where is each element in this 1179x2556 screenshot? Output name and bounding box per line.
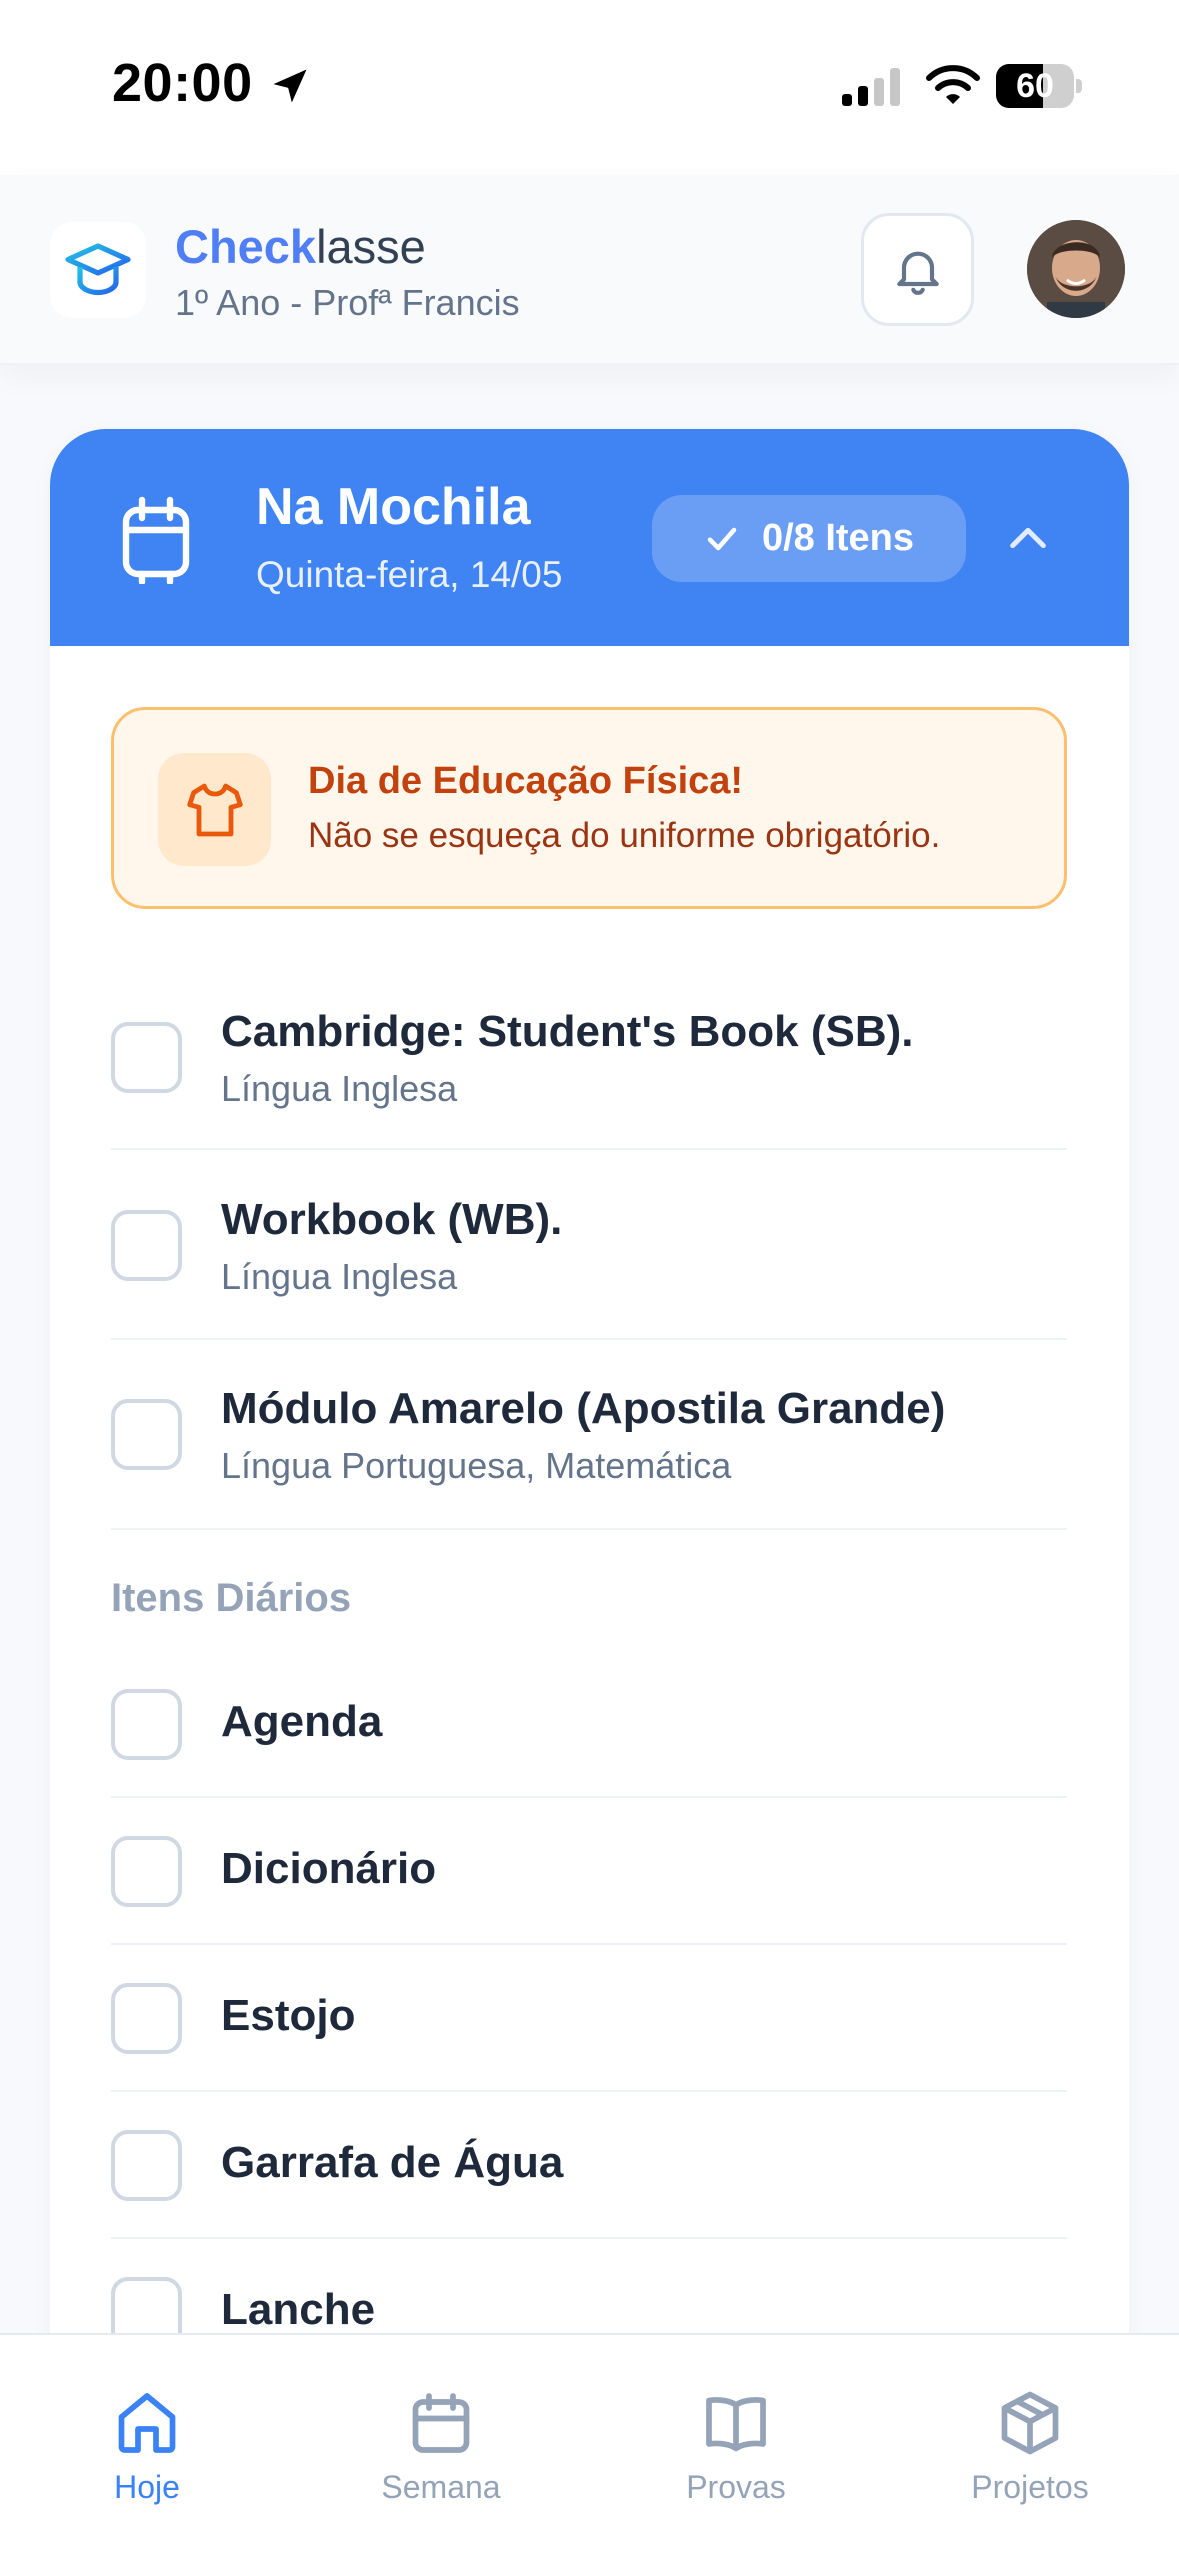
shirt-icon xyxy=(186,783,243,836)
nav-tab-semana[interactable]: Semana xyxy=(341,2387,541,2506)
avatar-photo xyxy=(1027,220,1125,318)
app-header: Checklasse 1º Ano - Profª Francis xyxy=(0,175,1179,365)
item-subtitle: Língua Inglesa xyxy=(221,1068,458,1109)
home-icon xyxy=(118,2393,176,2453)
item-title: Agenda xyxy=(221,1697,383,1746)
daily-items-heading: Itens Diários xyxy=(111,1576,352,1620)
bell-icon xyxy=(896,251,939,295)
item-checkbox[interactable] xyxy=(111,1399,182,1470)
item-checkbox[interactable] xyxy=(111,1210,182,1281)
backpack-card: Na Mochila Quinta-feira, 14/05 0/8 Itens… xyxy=(50,429,1129,2556)
app-brand: Checklasse xyxy=(175,219,426,274)
status-bar: 20:00 60 xyxy=(0,0,1179,175)
item-checkbox[interactable] xyxy=(111,1836,182,1907)
list-item[interactable]: Cambridge: Student's Book (SB). Língua I… xyxy=(111,960,1067,1150)
status-time: 20:00 xyxy=(112,53,253,113)
nav-tab-projetos[interactable]: Projetos xyxy=(930,2387,1130,2506)
card-header[interactable]: Na Mochila Quinta-feira, 14/05 0/8 Itens xyxy=(50,429,1129,646)
bottom-nav: Hoje Semana Provas Projetos xyxy=(0,2333,1179,2556)
list-item[interactable]: Módulo Amarelo (Apostila Grande) Língua … xyxy=(111,1340,1067,1530)
items-count-label: 0/8 Itens xyxy=(761,517,915,559)
brand-strong: Check xyxy=(175,220,317,273)
app-logo xyxy=(50,222,146,318)
daily-list-item[interactable]: Estojo xyxy=(111,1945,1067,2092)
cellular-signal-icon xyxy=(842,68,900,106)
item-checkbox[interactable] xyxy=(111,1689,182,1760)
card-date: Quinta-feira, 14/05 xyxy=(256,554,563,595)
item-title: Workbook (WB). xyxy=(221,1195,563,1244)
card-title: Na Mochila xyxy=(256,478,531,536)
item-subtitle: Língua Inglesa xyxy=(221,1256,458,1297)
daily-list-item[interactable]: Garrafa de Água xyxy=(111,2092,1067,2239)
item-title: Estojo xyxy=(221,1991,356,2040)
daily-list-item[interactable]: Dicionário xyxy=(111,1798,1067,1945)
item-checkbox[interactable] xyxy=(111,1983,182,2054)
list-item[interactable]: Workbook (WB). Língua Inglesa xyxy=(111,1150,1067,1340)
nav-label: Hoje xyxy=(114,2469,180,2505)
item-title: Lanche xyxy=(221,2285,376,2334)
item-title: Garrafa de Água xyxy=(221,2138,564,2187)
item-title: Cambridge: Student's Book (SB). xyxy=(221,1007,914,1056)
nav-tab-hoje[interactable]: Hoje xyxy=(47,2387,247,2506)
pe-day-alert: Dia de Educação Física! Não se esqueça d… xyxy=(111,707,1067,909)
calendar-icon xyxy=(412,2393,470,2453)
battery-level-text: 60 xyxy=(1016,67,1054,105)
daily-list-item[interactable]: Agenda xyxy=(111,1651,1067,1798)
item-checkbox[interactable] xyxy=(111,1022,182,1093)
item-subtitle: Língua Portuguesa, Matemática xyxy=(221,1445,732,1486)
alert-icon-box xyxy=(158,753,271,866)
location-arrow-icon xyxy=(273,69,307,103)
calendar-icon xyxy=(122,496,190,584)
graduation-cap-icon xyxy=(65,243,131,296)
chevron-up-icon[interactable] xyxy=(1005,515,1051,561)
nav-label: Provas xyxy=(686,2469,786,2505)
nav-tab-provas[interactable]: Provas xyxy=(636,2387,836,2506)
box-icon xyxy=(1001,2391,1059,2455)
class-subtitle: 1º Ano - Profª Francis xyxy=(175,282,520,323)
item-checkbox[interactable] xyxy=(111,2130,182,2201)
alert-text: Não se esqueça do uniforme obrigatório. xyxy=(308,816,941,855)
nav-label: Projetos xyxy=(971,2469,1089,2505)
notifications-button[interactable] xyxy=(861,213,974,326)
items-count-badge: 0/8 Itens xyxy=(652,495,966,582)
user-avatar[interactable] xyxy=(1027,220,1125,318)
item-title: Dicionário xyxy=(221,1844,437,1893)
battery-indicator: 60 xyxy=(996,64,1082,108)
book-icon xyxy=(706,2397,766,2452)
item-title: Módulo Amarelo (Apostila Grande) xyxy=(221,1384,946,1433)
brand-rest: lasse xyxy=(316,220,426,273)
nav-label: Semana xyxy=(381,2469,501,2505)
wifi-icon xyxy=(926,65,980,104)
alert-title: Dia de Educação Física! xyxy=(308,760,744,802)
check-icon xyxy=(707,527,737,550)
